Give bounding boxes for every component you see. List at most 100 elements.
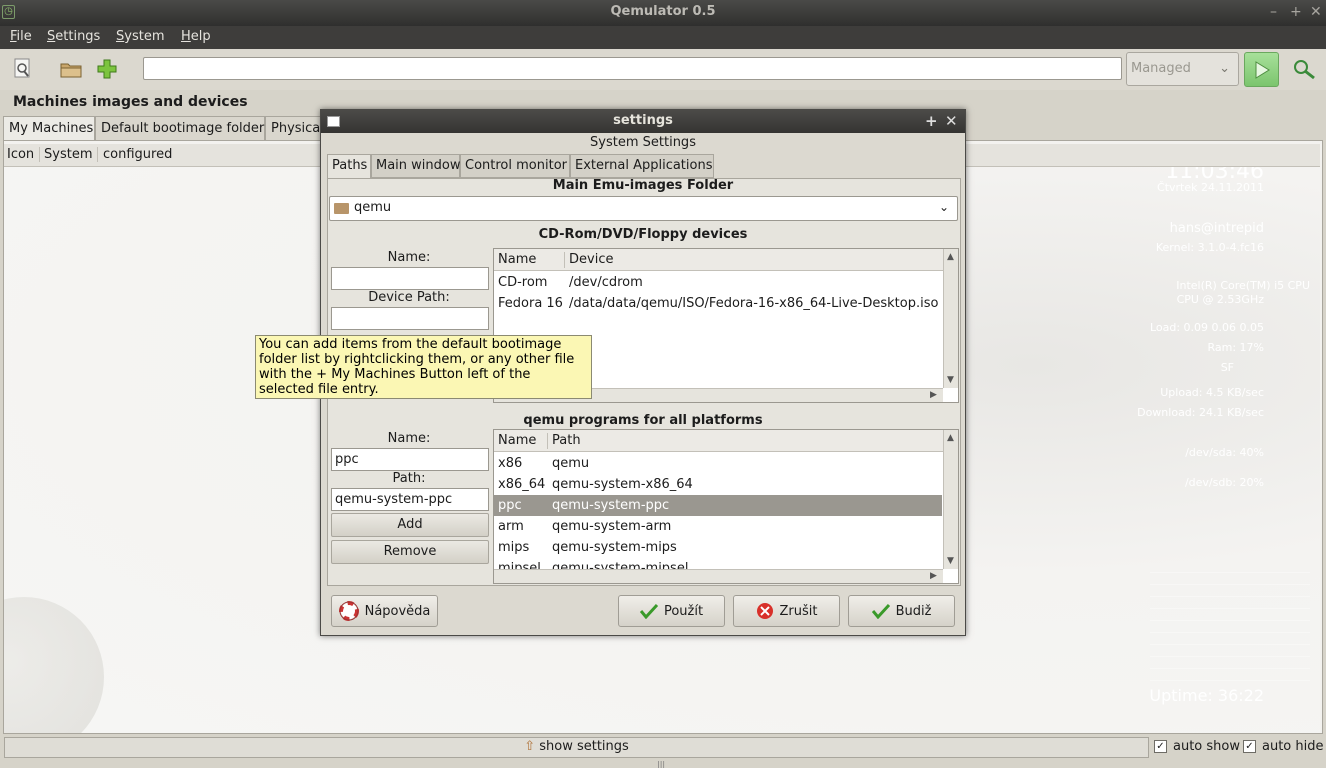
- list-item[interactable]: Fedora 16 /data/data/qemu/ISO/Fedora-16-…: [494, 293, 942, 314]
- device-name: Fedora 16: [498, 296, 563, 311]
- list-item[interactable]: arm qemu-system-arm: [494, 516, 942, 537]
- scroll-down-icon[interactable]: ▼: [947, 556, 954, 566]
- scroll-down-icon[interactable]: ▼: [947, 375, 954, 385]
- conky-process-table: [1150, 572, 1310, 682]
- add-button[interactable]: Add: [331, 513, 489, 537]
- mode-select[interactable]: Managed ⌄: [1126, 52, 1239, 86]
- program-path: qemu-system-x86_64: [552, 477, 693, 492]
- device-name-input[interactable]: [331, 267, 489, 290]
- tab-external-applications[interactable]: External Applications: [570, 154, 714, 178]
- column-path[interactable]: Path: [547, 433, 581, 449]
- menu-file[interactable]: File: [10, 29, 32, 44]
- check-icon: [871, 603, 890, 619]
- remove-button[interactable]: Remove: [331, 540, 489, 564]
- program-name: arm: [498, 519, 524, 534]
- search-button[interactable]: [1287, 52, 1320, 85]
- search-icon: [1293, 59, 1315, 79]
- auto-show-label: auto show: [1173, 739, 1240, 754]
- maximize-icon[interactable]: +: [1290, 4, 1302, 20]
- tooltip: You can add items from the default booti…: [255, 335, 592, 399]
- menu-help[interactable]: Help: [181, 29, 211, 44]
- dialog-window-icon: [327, 116, 340, 127]
- program-path-label: Path:: [392, 471, 426, 486]
- conky-disk2: /dev/sdb: 20%: [1184, 476, 1264, 489]
- scroll-up-icon[interactable]: ▲: [947, 433, 954, 443]
- apply-label: Použít: [663, 603, 704, 619]
- folder-icon: [60, 63, 82, 78]
- device-path-input[interactable]: [331, 307, 489, 330]
- cancel-label: Zrušit: [779, 603, 818, 619]
- resize-grip[interactable]: |||: [657, 760, 665, 768]
- dialog-maximize-icon[interactable]: +: [925, 112, 938, 130]
- close-icon[interactable]: ✕: [1310, 4, 1322, 20]
- scroll-right-icon[interactable]: ▶: [930, 571, 937, 581]
- emu-folder-value: qemu: [354, 200, 392, 215]
- list-item-selected[interactable]: ppc qemu-system-ppc: [494, 495, 942, 516]
- scroll-up-icon[interactable]: ▲: [947, 252, 954, 262]
- column-name[interactable]: Name: [498, 433, 536, 448]
- conky-disk1: /dev/sda: 40%: [1185, 446, 1264, 459]
- apply-button[interactable]: Použít: [618, 595, 725, 627]
- cancel-icon: [756, 603, 773, 619]
- conky-download: Download: 24.1 KB/sec: [1137, 406, 1264, 419]
- conky-uptime: Uptime: 36:22: [1149, 686, 1264, 705]
- menu-system[interactable]: System: [116, 29, 165, 44]
- auto-hide-checkbox[interactable]: ✓: [1243, 740, 1256, 753]
- minimize-icon[interactable]: –: [1270, 4, 1277, 20]
- tab-default-bootimage-folder[interactable]: Default bootimage folder: [95, 116, 265, 141]
- programs-vscrollbar[interactable]: ▲ ▼: [943, 430, 958, 569]
- devices-title: CD-Rom/DVD/Floppy devices: [538, 227, 748, 242]
- help-button[interactable]: Nápověda: [331, 595, 438, 627]
- column-device[interactable]: Device: [564, 252, 613, 268]
- cancel-button[interactable]: Zrušit: [733, 595, 840, 627]
- show-settings-button[interactable]: ⇧ show settings: [4, 737, 1149, 758]
- machines-title: Machines images and devices: [13, 94, 248, 110]
- conky-swap: SF: [1220, 361, 1234, 374]
- list-item[interactable]: x86_64 qemu-system-x86_64: [494, 474, 942, 495]
- devices-vscrollbar[interactable]: ▲ ▼: [943, 249, 958, 388]
- path-input[interactable]: [143, 57, 1122, 80]
- dialog-close-icon[interactable]: ✕: [945, 112, 958, 130]
- conky-upload: Upload: 4.5 KB/sec: [1160, 386, 1264, 399]
- programs-hscrollbar[interactable]: ▶: [494, 569, 943, 583]
- menu-bar: File Settings System Help: [0, 26, 1326, 49]
- arrow-up-icon: ⇧: [524, 739, 536, 754]
- program-path-input[interactable]: qemu-system-ppc: [331, 488, 489, 511]
- programs-list[interactable]: Name Path x86 qemu x86_64 qemu-system-x86_…: [493, 429, 959, 584]
- tab-paths[interactable]: Paths: [327, 154, 371, 179]
- program-name-input[interactable]: ppc: [331, 448, 489, 471]
- list-item[interactable]: mips qemu-system-mips: [494, 537, 942, 558]
- column-icon[interactable]: Icon: [7, 147, 41, 162]
- column-configured[interactable]: configured: [103, 147, 177, 162]
- device-path: /data/data/qemu/ISO/Fedora-16-x86_64-Liv…: [569, 296, 939, 311]
- conky-cpu2: CPU @ 2.53GHz: [1176, 293, 1264, 306]
- system-settings-header: System Settings: [590, 135, 696, 150]
- ok-label: Budiž: [895, 603, 932, 619]
- chevron-down-icon: ⌄: [938, 200, 949, 214]
- open-folder-button[interactable]: [57, 55, 85, 83]
- run-button[interactable]: [1244, 52, 1279, 87]
- device-path: /dev/cdrom: [569, 275, 643, 290]
- tab-my-machines[interactable]: My Machines: [3, 116, 95, 141]
- dialog-titlebar: settings + ✕: [321, 110, 965, 133]
- conky-cpu: Intel(R) Core(TM) i5 CPU: [1176, 279, 1310, 292]
- dialog-title: settings: [613, 113, 673, 128]
- tab-control-monitor[interactable]: Control monitor: [460, 154, 570, 178]
- column-name[interactable]: Name: [498, 252, 536, 267]
- mode-select-value: Managed: [1131, 61, 1191, 76]
- add-machine-button[interactable]: [93, 55, 121, 83]
- chevron-down-icon: ⌄: [1219, 61, 1230, 76]
- scroll-right-icon[interactable]: ▶: [930, 390, 937, 400]
- column-system[interactable]: System: [44, 147, 99, 162]
- settings-tool-button[interactable]: [8, 54, 36, 82]
- folder-icon: [334, 203, 349, 214]
- list-item[interactable]: x86 qemu: [494, 453, 942, 474]
- auto-show-checkbox[interactable]: ✓: [1154, 740, 1167, 753]
- ok-button[interactable]: Budiž: [848, 595, 955, 627]
- tab-main-window[interactable]: Main window: [371, 154, 461, 178]
- menu-settings[interactable]: Settings: [47, 29, 100, 44]
- planet-graphic: [4, 597, 104, 733]
- list-item[interactable]: CD-rom /dev/cdrom: [494, 272, 942, 293]
- emu-folder-select[interactable]: qemu ⌄: [329, 196, 958, 221]
- tab-physical[interactable]: Physical: [265, 116, 325, 141]
